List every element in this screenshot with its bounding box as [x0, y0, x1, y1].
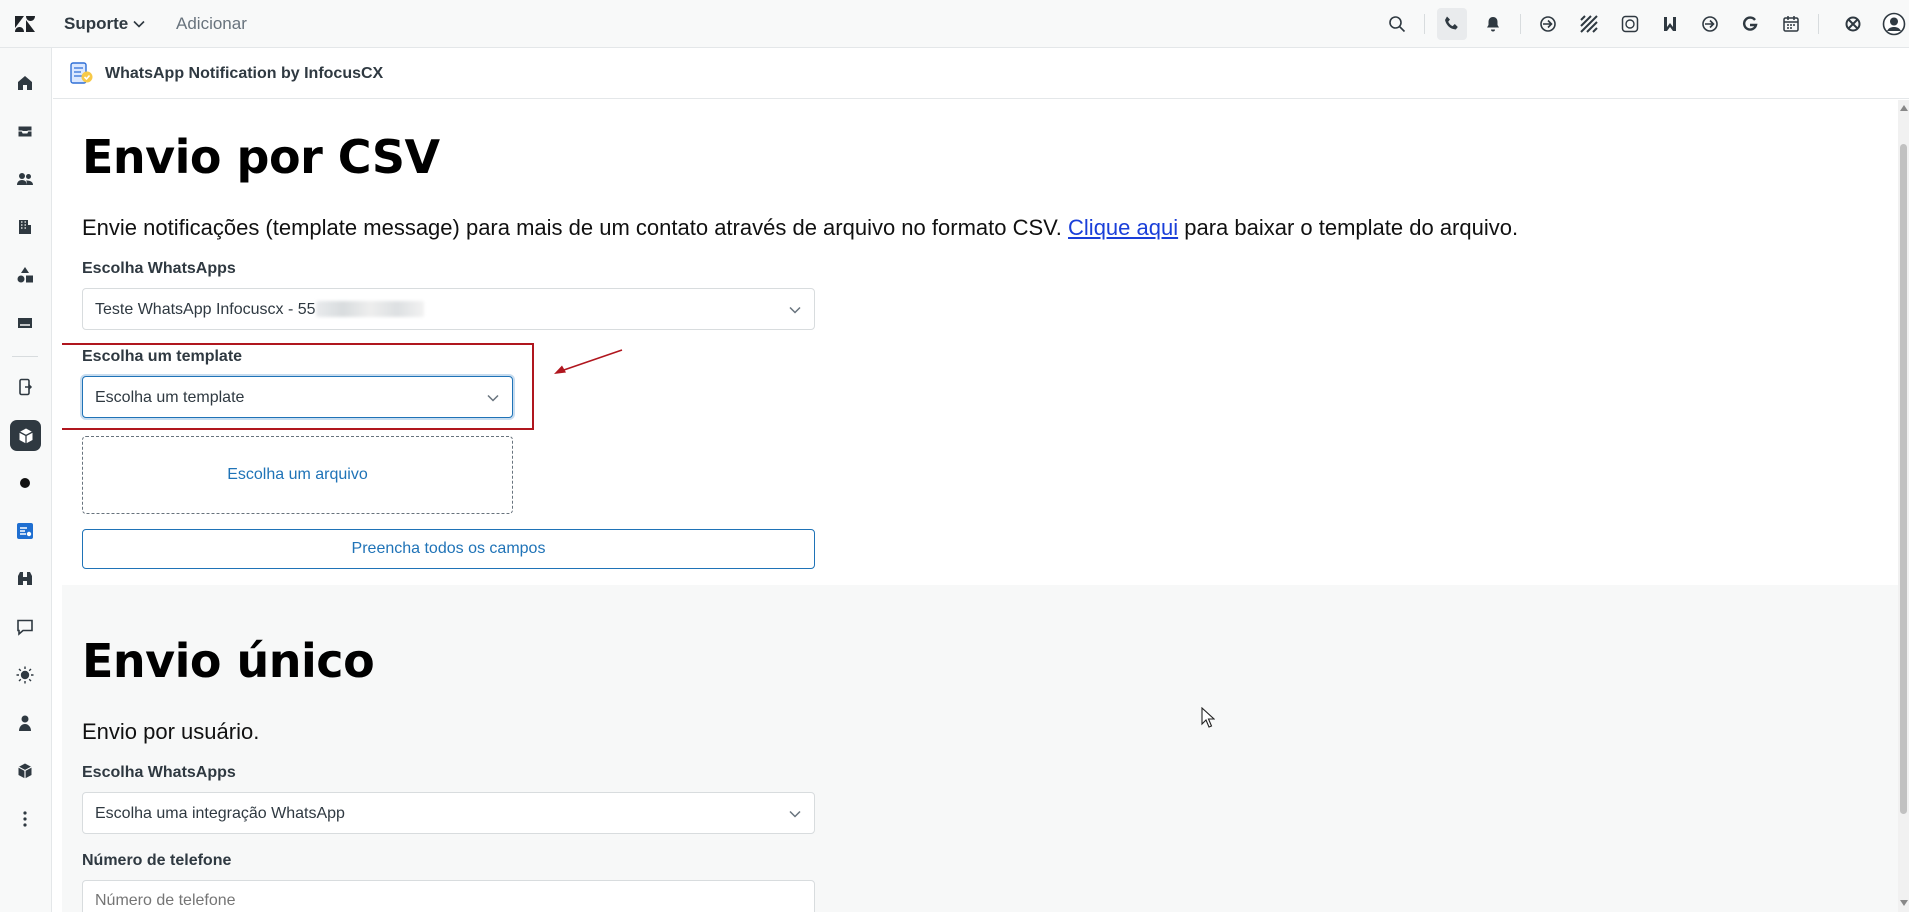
- chevron-down-icon: [487, 394, 499, 402]
- app-header: WhatsApp Notification by InfocusCX: [53, 49, 1909, 99]
- mouse-cursor-icon: [1201, 707, 1215, 728]
- content-scrollbar[interactable]: [1898, 100, 1909, 912]
- shapes-icon[interactable]: [14, 264, 36, 286]
- bookmark-icon[interactable]: [1660, 14, 1680, 34]
- device-icon[interactable]: [14, 376, 36, 398]
- product-switcher[interactable]: Suporte: [64, 14, 128, 34]
- csv-description: Envie notificações (template message) pa…: [82, 215, 1518, 241]
- top-bar: Suporte Adicionar: [0, 0, 1909, 48]
- csv-description-end: para baixar o template do arquivo.: [1178, 215, 1519, 240]
- bell-icon[interactable]: [1483, 14, 1503, 34]
- whatsapp-icon[interactable]: [1620, 14, 1640, 34]
- monitor-icon[interactable]: [14, 312, 36, 334]
- arrow-circle-icon[interactable]: [1700, 14, 1720, 34]
- divider: [1818, 14, 1819, 34]
- apps-icon[interactable]: [1843, 14, 1863, 34]
- csv-section-heading: Envio por CSV: [82, 130, 440, 184]
- single-section-heading: Envio único: [82, 634, 375, 688]
- template-select[interactable]: Escolha um template: [82, 376, 513, 418]
- divider: [1424, 14, 1425, 34]
- single-whatsapp-select[interactable]: Escolha uma integração WhatsApp: [82, 792, 815, 834]
- inbox-icon[interactable]: [14, 120, 36, 142]
- add-button[interactable]: Adicionar: [176, 14, 247, 34]
- whatsapp-select[interactable]: Teste WhatsApp Infocuscx - 55: [82, 288, 815, 330]
- scroll-up-icon[interactable]: [1900, 105, 1908, 111]
- sun-icon[interactable]: [14, 664, 36, 686]
- person-icon[interactable]: [14, 712, 36, 734]
- box-icon[interactable]: [14, 760, 36, 782]
- zendesk-logo-icon[interactable]: [14, 14, 36, 34]
- divider: [1520, 14, 1521, 34]
- file-upload-label: Escolha um arquivo: [227, 466, 368, 483]
- phone-input[interactable]: [82, 880, 815, 912]
- left-nav-rail: [0, 48, 52, 912]
- template-select-label: Escolha um template: [82, 348, 243, 365]
- chevron-down-icon: [789, 306, 801, 314]
- scrollbar-thumb[interactable]: [1900, 144, 1907, 814]
- building-icon[interactable]: [14, 216, 36, 238]
- redacted-number: [315, 301, 424, 317]
- grid-pattern-icon[interactable]: [1579, 14, 1599, 34]
- user-avatar-icon[interactable]: [1882, 12, 1906, 36]
- more-icon[interactable]: [14, 808, 36, 830]
- app-blue-icon[interactable]: [14, 520, 36, 542]
- whatsapp-select-label: Escolha WhatsApps: [82, 260, 236, 277]
- phone-label: Número de telefone: [82, 852, 232, 869]
- app-content: Envio por CSV Envie notificações (templa…: [62, 100, 1898, 912]
- users-icon[interactable]: [14, 168, 36, 190]
- binoculars-icon[interactable]: [14, 568, 36, 590]
- home-icon[interactable]: [14, 72, 36, 94]
- search-icon[interactable]: [1387, 14, 1407, 34]
- calendar-icon[interactable]: [1781, 14, 1801, 34]
- chat-icon[interactable]: [14, 616, 36, 638]
- rail-divider: [12, 356, 38, 357]
- submit-csv-button[interactable]: Preencha todos os campos: [82, 529, 815, 569]
- csv-description-start: Envie notificações (template message) pa…: [82, 215, 1069, 240]
- single-whatsapp-value: Escolha uma integração WhatsApp: [95, 805, 345, 822]
- template-select-value: Escolha um template: [95, 389, 245, 406]
- file-upload-dropzone[interactable]: Escolha um arquivo: [82, 436, 513, 514]
- download-template-link[interactable]: Clique aqui: [1068, 215, 1178, 240]
- app-title: WhatsApp Notification by InfocusCX: [105, 65, 384, 82]
- cube-icon[interactable]: [10, 420, 41, 451]
- phone-icon[interactable]: [1442, 14, 1462, 34]
- dot-icon[interactable]: [14, 472, 36, 494]
- chevron-down-icon[interactable]: [132, 17, 146, 31]
- arrow-circle-icon[interactable]: [1538, 14, 1558, 34]
- g-icon[interactable]: [1740, 14, 1760, 34]
- single-whatsapp-label: Escolha WhatsApps: [82, 764, 236, 781]
- whatsapp-select-value: Teste WhatsApp Infocuscx - 55: [95, 301, 316, 318]
- scroll-down-icon[interactable]: [1900, 900, 1908, 906]
- chevron-down-icon: [789, 810, 801, 818]
- single-description: Envio por usuário.: [82, 719, 260, 744]
- app-logo-icon: [70, 62, 93, 84]
- annotation-arrow-icon: [554, 349, 623, 374]
